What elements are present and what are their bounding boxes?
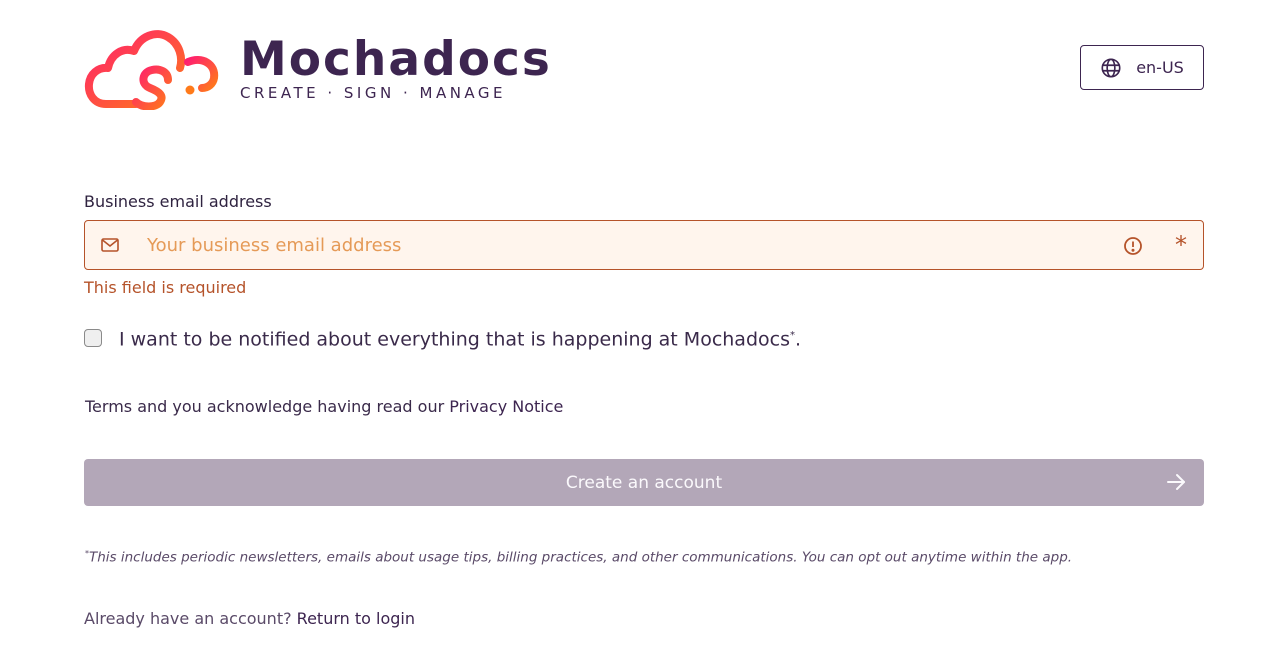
signup-form: Business email address * This field is r… (84, 192, 1204, 628)
newsletter-label[interactable]: I want to be notified about everything t… (119, 324, 801, 351)
brand-tagline: CREATE · SIGN · MANAGE (240, 84, 507, 102)
language-value: en-US (1136, 58, 1184, 77)
login-prompt: Already have an account? Return to login (84, 609, 415, 629)
email-label: Business email address (84, 192, 272, 211)
newsletter-label-text: I want to be notified about everything t… (119, 328, 790, 351)
cloud-logo-icon (84, 30, 219, 110)
terms-prefix: Terms and you acknowledge having read ou… (85, 397, 450, 416)
arrow-right-icon (1167, 474, 1185, 490)
mail-icon (101, 238, 119, 252)
footnote-text: This includes periodic newsletters, emai… (89, 549, 1073, 566)
email-error-message: This field is required (84, 278, 247, 297)
language-selector-button[interactable]: en-US (1080, 45, 1204, 90)
create-account-button[interactable]: Create an account (84, 459, 1204, 506)
create-account-label: Create an account (565, 472, 723, 493)
terms-text: Terms and you acknowledge having read ou… (85, 397, 563, 417)
logo[interactable]: Mochadocs CREATE · SIGN · MANAGE (84, 28, 552, 110)
privacy-notice-link[interactable]: Privacy Notice (449, 397, 563, 416)
login-prompt-text: Already have an account? (84, 609, 297, 628)
email-field-wrapper[interactable]: * (84, 220, 1204, 270)
brand-name: Mochadocs (240, 32, 552, 87)
newsletter-checkbox[interactable] (84, 328, 102, 347)
header: Mochadocs CREATE · SIGN · MANAGE en-US (84, 28, 1204, 112)
return-to-login-link[interactable]: Return to login (297, 609, 415, 628)
newsletter-footnote: *This includes periodic newsletters, ema… (85, 545, 1072, 567)
required-marker: * (1175, 231, 1187, 259)
email-input[interactable] (145, 220, 1069, 270)
globe-icon (1101, 57, 1121, 78)
alert-circle-icon (1124, 237, 1142, 255)
newsletter-label-suffix: . (794, 328, 802, 351)
logo-text: Mochadocs CREATE · SIGN · MANAGE (240, 32, 552, 103)
newsletter-row: I want to be notified about everything t… (84, 324, 801, 351)
